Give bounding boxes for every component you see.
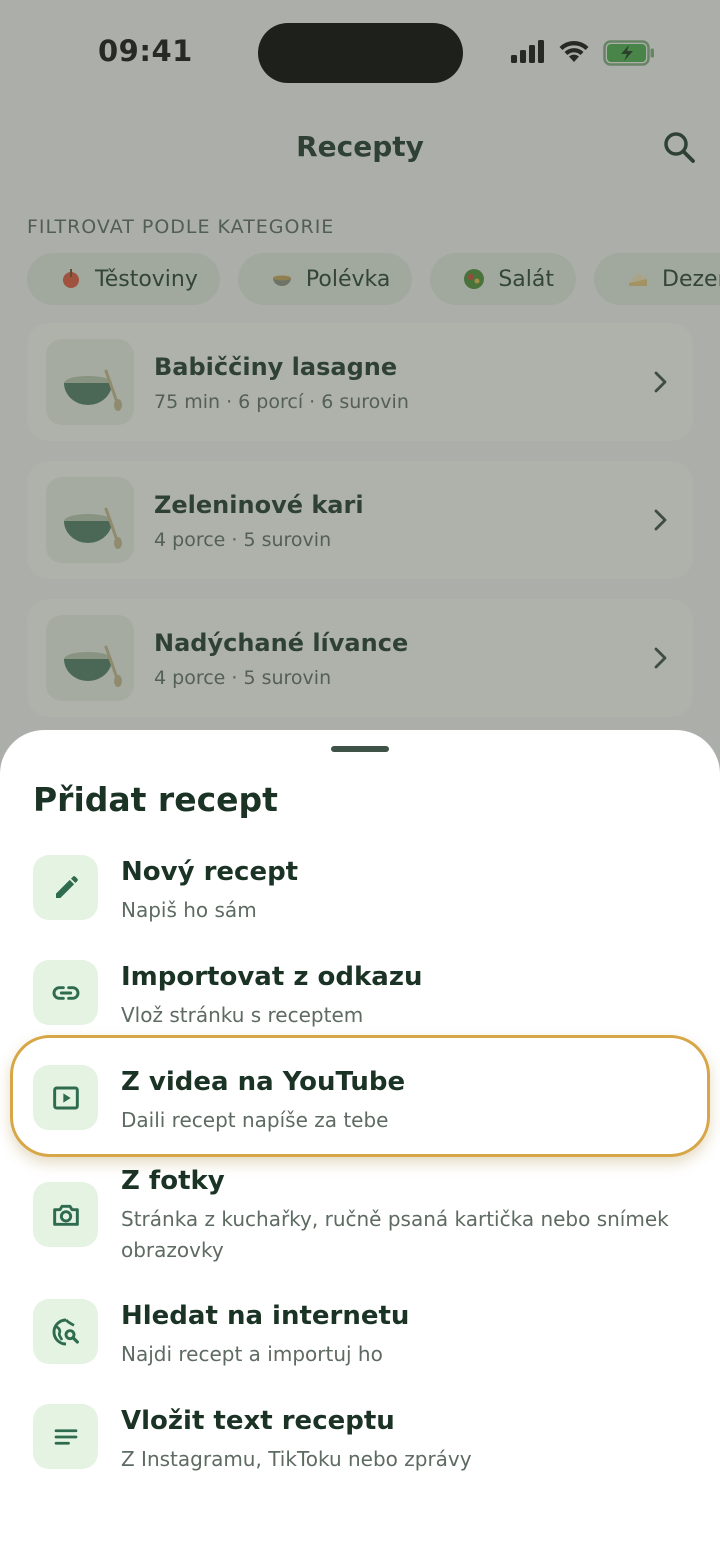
text-lines-icon [33, 1404, 98, 1469]
option-subtitle: Napiš ho sám [121, 898, 257, 922]
option-title: Z videa na YouTube [121, 1067, 406, 1097]
add-recipe-sheet: Přidat recept Nový recept Napiš ho sám I… [0, 730, 720, 1564]
option-title: Hledat na internetu [121, 1301, 410, 1331]
sheet-drag-handle[interactable] [331, 746, 389, 752]
pencil-icon [33, 855, 98, 920]
sheet-title: Přidat recept [33, 780, 278, 819]
globe-search-icon [33, 1299, 98, 1364]
option-subtitle: Stránka z kuchařky, ručně psaná kartička… [121, 1207, 669, 1262]
option-subtitle: Najdi recept a importuj ho [121, 1342, 383, 1366]
play-video-icon [33, 1065, 98, 1130]
option-subtitle: Z Instagramu, TikToku nebo zprávy [121, 1447, 472, 1471]
option-subtitle: Daili recept napíše za tebe [121, 1108, 389, 1132]
option-title: Vložit text receptu [121, 1406, 395, 1436]
link-icon [33, 960, 98, 1025]
option-subtitle: Vlož stránku s receptem [121, 1003, 364, 1027]
option-title: Z fotky [121, 1166, 225, 1196]
option-title: Nový recept [121, 857, 299, 887]
option-title: Importovat z odkazu [121, 962, 423, 992]
camera-icon [33, 1182, 98, 1247]
